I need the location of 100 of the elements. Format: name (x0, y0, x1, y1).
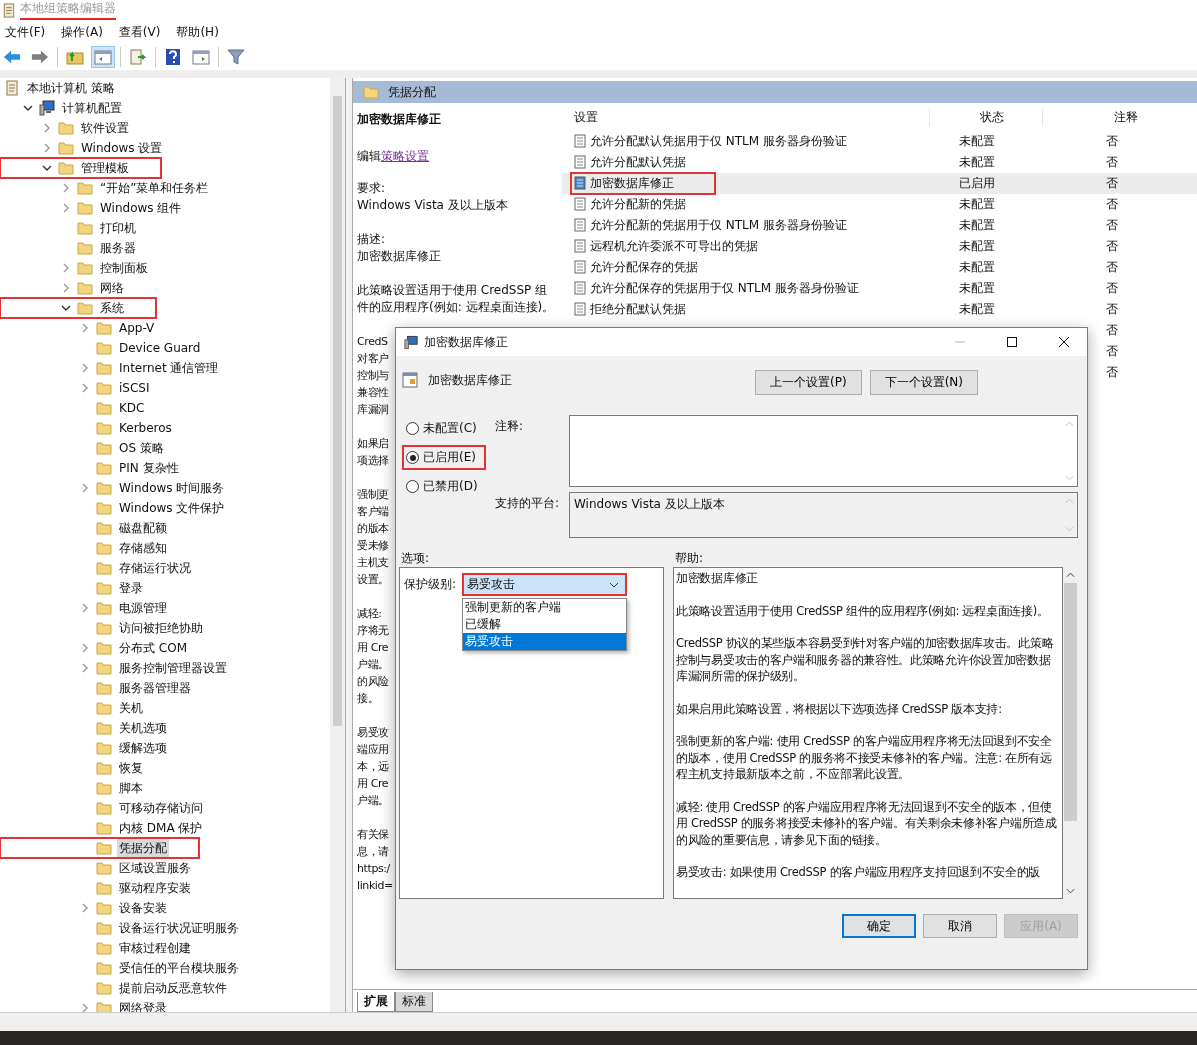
tree-item[interactable]: 脚本 (0, 778, 330, 798)
tree-item[interactable]: 凭据分配 (0, 838, 199, 858)
chevron-down-icon[interactable] (23, 103, 33, 113)
menu-item[interactable]: 查看(V) (118, 23, 161, 41)
radio-option[interactable]: 已禁用(D) (404, 476, 480, 497)
folder-icon (96, 540, 112, 556)
tree-item[interactable]: PIN 复杂性 (0, 458, 330, 478)
tree-item[interactable]: 缓解选项 (0, 738, 330, 758)
tree-item[interactable]: 网络 (0, 278, 330, 298)
tree-item[interactable]: App-V (0, 318, 330, 338)
table-cell: 否 (1106, 175, 1118, 192)
column-header[interactable]: 状态 (929, 108, 1042, 126)
tree-item[interactable]: “开始”菜单和任务栏 (0, 178, 330, 198)
nav-button[interactable]: 下一个设置(N) (869, 370, 978, 395)
folder-icon (96, 700, 112, 716)
tree-item[interactable]: OS 策略 (0, 438, 330, 458)
view-tab[interactable]: 标准 (395, 992, 433, 1012)
filter-icon[interactable] (225, 47, 247, 67)
tree-item[interactable]: 审核过程创建 (0, 938, 330, 958)
chevron-down-icon[interactable] (61, 303, 71, 313)
tree-item[interactable]: 计算机配置 (0, 98, 330, 118)
tree-item[interactable]: Windows 组件 (0, 198, 330, 218)
tree-item[interactable]: Internet 通信管理 (0, 358, 330, 378)
setting-row[interactable]: 允许分配新的凭据用于仅 NTLM 服务器身份验证 未配置 否 (562, 215, 1197, 236)
chevron-right-icon[interactable] (80, 603, 90, 613)
column-header[interactable]: 设置 (562, 108, 929, 126)
nav-button[interactable]: 上一个设置(P) (755, 370, 862, 395)
table-cell: 否 (1106, 343, 1118, 360)
tree-item[interactable]: Windows 设置 (0, 138, 330, 158)
setting-row[interactable]: 允许分配默认凭据 未配置 否 (562, 152, 1197, 173)
tree-item[interactable]: 提前启动反恶意软件 (0, 978, 330, 998)
tree-item[interactable]: 受信任的平台模块服务 (0, 958, 330, 978)
chevron-right-icon[interactable] (80, 323, 90, 333)
folder-icon (96, 360, 112, 376)
tree-item[interactable]: Windows 时间服务 (0, 478, 330, 498)
setting-row[interactable]: 加密数据库修正 已启用 否 (562, 173, 1197, 194)
chevron-right-icon[interactable] (80, 483, 90, 493)
tree-item[interactable]: 打印机 (0, 218, 330, 238)
setting-row[interactable]: 拒绝分配默认凭据 未配置 否 (562, 299, 1197, 320)
tree-item[interactable]: 磁盘配额 (0, 518, 330, 538)
setting-row[interactable]: 允许分配保存的凭据用于仅 NTLM 服务器身份验证 未配置 否 (562, 278, 1197, 299)
dropdown-option[interactable]: 强制更新的客户端 (463, 599, 627, 616)
tree-item[interactable]: Windows 文件保护 (0, 498, 330, 518)
description-fragment: 库漏洞 (357, 402, 389, 418)
chevron-right-icon[interactable] (80, 903, 90, 913)
tree-item[interactable]: 关机选项 (0, 718, 330, 738)
dialog-button[interactable]: 确定 (842, 914, 916, 938)
tree-item[interactable]: 驱动程序安装 (0, 878, 330, 898)
tree-item[interactable]: 服务控制管理器设置 (0, 658, 330, 678)
scrollbar[interactable] (330, 78, 345, 1012)
table-cell: 加密数据库修正 (572, 173, 714, 193)
column-header[interactable]: 注释 (1042, 108, 1197, 126)
tree-item[interactable]: 本地计算机 策略 (0, 78, 330, 98)
tree-item[interactable]: 管理模板 (0, 158, 161, 178)
tree-item[interactable]: 电源管理 (0, 598, 330, 618)
tree-item[interactable]: 系统 (0, 298, 156, 318)
tree-item[interactable]: 存储运行状况 (0, 558, 330, 578)
dropdown-option[interactable]: 易受攻击 (463, 633, 627, 650)
radio-option[interactable]: 未配置(C) (404, 418, 479, 439)
tree-item[interactable]: 访问被拒绝协助 (0, 618, 330, 638)
help-paragraph: 减轻: 使用 CredSSP 的客户端应用程序将无法回退到不安全的版本，但使用 CredSSP 的服务将接受未修补的客户端。有关剩余未修补客户端所造成的风险的重要信息，请参见下面的链接。 (676, 798, 1058, 848)
tree-item[interactable]: 登录 (0, 578, 330, 598)
tree-item[interactable]: KDC (0, 398, 330, 418)
tree-item[interactable]: 分布式 COM (0, 638, 330, 658)
tree-item[interactable]: 设备安装 (0, 898, 330, 918)
tree-item[interactable]: 设备运行状况证明服务 (0, 918, 330, 938)
chevron-down-icon[interactable] (42, 163, 52, 173)
tree-item[interactable]: 软件设置 (0, 118, 330, 138)
scroll-up-icon[interactable] (1066, 572, 1075, 578)
menu-item[interactable]: 帮助(H) (176, 23, 219, 41)
export-list-icon[interactable] (127, 47, 149, 67)
tree-item[interactable]: iSCSI (0, 378, 330, 398)
tree-item[interactable]: 服务器 (0, 238, 330, 258)
scroll-down-icon[interactable] (1066, 888, 1075, 894)
folder-icon (96, 420, 112, 436)
dialog-button[interactable]: 取消 (923, 914, 997, 938)
policy-settings-link[interactable]: 策略设置 (381, 149, 429, 163)
setting-row[interactable]: 允许分配默认凭据用于仅 NTLM 服务器身份验证 未配置 否 (562, 131, 1197, 152)
folder-icon (96, 680, 112, 696)
tree-item[interactable]: 服务器管理器 (0, 678, 330, 698)
tree-item[interactable]: 内核 DMA 保护 (0, 818, 330, 838)
tree-item[interactable]: Device Guard (0, 338, 330, 358)
protection-level-dropdown[interactable]: 易受攻击 (462, 573, 628, 596)
radio-option[interactable]: 已启用(E) (404, 447, 484, 468)
tree-item[interactable]: 存储感知 (0, 538, 330, 558)
tree-item[interactable]: 控制面板 (0, 258, 330, 278)
menu-item[interactable]: 文件(F) (5, 23, 46, 41)
setting-row[interactable]: 允许分配保存的凭据 未配置 否 (562, 257, 1197, 278)
setting-row[interactable]: 允许分配新的凭据 未配置 否 (562, 194, 1197, 215)
tree-item[interactable]: 恢复 (0, 758, 330, 778)
console-tree-icon[interactable] (92, 47, 114, 67)
panel-icon[interactable] (190, 47, 212, 67)
tree-item[interactable]: 可移动存储访问 (0, 798, 330, 818)
tree-item[interactable]: Kerberos (0, 418, 330, 438)
tree-item[interactable]: 区域设置服务 (0, 858, 330, 878)
view-tab[interactable]: 扩展 (357, 992, 395, 1012)
menu-item[interactable]: 操作(A) (61, 23, 103, 41)
tree-item[interactable]: 关机 (0, 698, 330, 718)
dropdown-option[interactable]: 已缓解 (463, 616, 627, 633)
setting-row[interactable]: 远程机允许委派不可导出的凭据 未配置 否 (562, 236, 1197, 257)
